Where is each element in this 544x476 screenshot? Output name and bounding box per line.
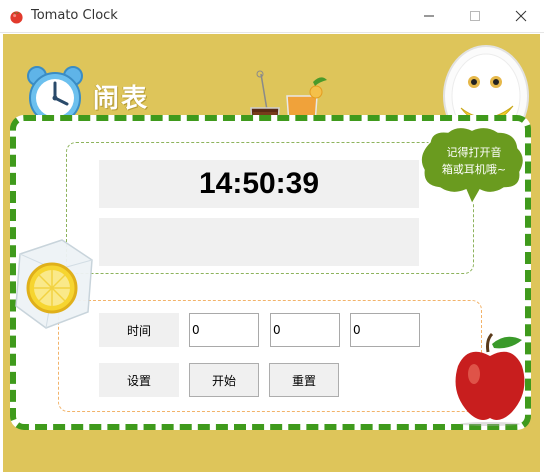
close-button[interactable]	[498, 0, 544, 32]
close-icon	[515, 10, 527, 22]
settings-button[interactable]: 设置	[99, 363, 179, 397]
minimize-icon	[424, 15, 434, 17]
hours-input[interactable]	[189, 313, 259, 347]
bubble-line-1: 记得打开音	[447, 145, 502, 159]
maximize-icon	[470, 11, 480, 21]
reset-button[interactable]: 重置	[269, 363, 339, 397]
maximize-button[interactable]	[452, 0, 498, 32]
minutes-input[interactable]	[270, 313, 340, 347]
message-display	[99, 218, 419, 266]
start-button[interactable]: 开始	[189, 363, 259, 397]
tomato-icon	[10, 11, 23, 24]
title-bar: Tomato Clock	[0, 0, 544, 33]
apple-image	[455, 332, 525, 426]
reminder-bubble: 记得打开音 箱或耳机哦~	[420, 126, 525, 206]
bubble-line-2: 箱或耳机哦~	[442, 162, 506, 176]
app-heading: 闹表	[93, 84, 150, 114]
clock-display: 14:50:39	[99, 160, 419, 208]
minimize-button[interactable]	[406, 0, 452, 32]
seconds-input[interactable]	[350, 313, 420, 347]
time-label: 时间	[99, 313, 179, 347]
lemon-ice-image	[15, 239, 93, 329]
window-title: Tomato Clock	[31, 8, 118, 23]
